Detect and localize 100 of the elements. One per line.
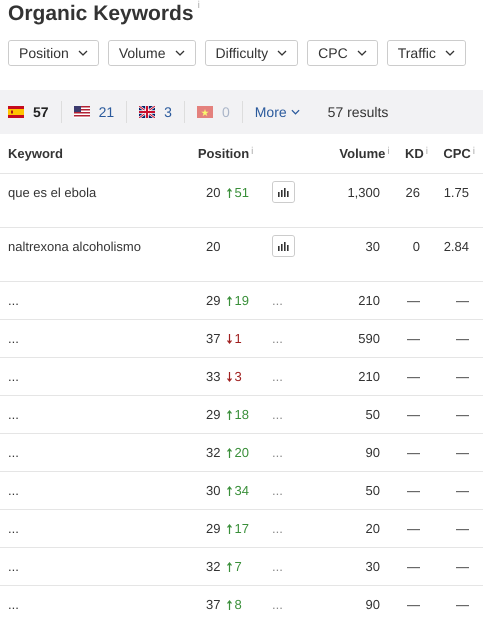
- chevron-down-icon: [174, 50, 185, 56]
- position-cell: 37: [206, 331, 220, 346]
- serp-cell: ...: [272, 445, 283, 460]
- results-count: 57 results: [328, 104, 388, 120]
- cpc-cell: —: [456, 369, 469, 384]
- kd-cell: —: [407, 597, 420, 612]
- more-dropdown[interactable]: More: [254, 104, 300, 120]
- kd-cell: —: [407, 559, 420, 574]
- bar-chart-icon: [278, 241, 289, 251]
- serp-cell: ...: [272, 331, 283, 346]
- country-tab[interactable]: 21: [74, 104, 114, 120]
- arrow-up-icon: [227, 448, 232, 458]
- arrow-up-icon: [227, 562, 232, 572]
- serp-cell: ...: [272, 483, 283, 498]
- column-header[interactable]: Keyword: [8, 146, 63, 161]
- volume-cell: 50: [366, 483, 380, 498]
- filter-dropdown[interactable]: Volume: [108, 40, 196, 66]
- flag-icon: [8, 106, 24, 118]
- cpc-cell: —: [456, 597, 469, 612]
- kd-cell: 0: [412, 239, 420, 254]
- cpc-cell: —: [456, 445, 469, 460]
- keyword-cell: ...: [8, 521, 19, 536]
- position-change: 8: [234, 597, 242, 612]
- kd-cell: —: [407, 331, 420, 346]
- bar-chart-icon: [278, 187, 289, 197]
- volume-cell: 210: [358, 293, 380, 308]
- keyword-cell: ...: [8, 597, 19, 612]
- position-change: 1: [234, 331, 242, 346]
- keyword-cell: ...: [8, 407, 19, 422]
- chart-button[interactable]: [272, 235, 295, 257]
- column-header[interactable]: Position: [198, 146, 250, 161]
- arrow-up-icon: [227, 486, 232, 496]
- position-cell: 32: [206, 445, 220, 460]
- position-cell: 20: [206, 239, 220, 254]
- filter-dropdown[interactable]: Difficulty: [204, 40, 298, 66]
- serp-cell: ...: [272, 521, 283, 536]
- arrow-down-icon: [227, 334, 232, 344]
- keyword-cell: ...: [8, 483, 19, 498]
- position-cell: 29: [206, 407, 220, 422]
- country-tab[interactable]: 3: [139, 104, 172, 120]
- keyword-cell: que es el ebola: [8, 185, 96, 200]
- country-tab[interactable]: 57: [8, 104, 49, 120]
- keyword-cell: ...: [8, 559, 19, 574]
- cpc-cell: —: [456, 407, 469, 422]
- arrow-up-icon: [227, 524, 232, 534]
- chart-button[interactable]: [272, 181, 295, 203]
- position-change: 17: [234, 521, 249, 536]
- flag-icon: [74, 106, 90, 118]
- kd-cell: —: [407, 521, 420, 536]
- arrow-up-icon: [227, 410, 232, 420]
- keyword-cell: ...: [8, 369, 19, 384]
- volume-cell: 50: [366, 407, 380, 422]
- position-change: 19: [234, 293, 249, 308]
- cpc-cell: —: [456, 559, 469, 574]
- flag-icon: [196, 106, 213, 118]
- serp-cell: ...: [272, 597, 283, 612]
- position-change: 18: [234, 407, 249, 422]
- cpc-cell: —: [456, 521, 469, 536]
- serp-cell: ...: [272, 293, 283, 308]
- position-cell: 32: [206, 559, 220, 574]
- kd-cell: —: [407, 293, 420, 308]
- chevron-down-icon: [78, 50, 88, 56]
- kd-cell: —: [407, 483, 420, 498]
- position-cell: 30: [206, 483, 220, 498]
- volume-cell: 30: [366, 239, 380, 254]
- cpc-cell: 2.84: [444, 239, 469, 254]
- filter-dropdown[interactable]: Position: [8, 40, 99, 66]
- volume-cell: 30: [366, 559, 380, 574]
- chevron-down-icon: [444, 50, 455, 56]
- position-cell: 29: [206, 293, 220, 308]
- cpc-cell: —: [456, 483, 469, 498]
- filter-dropdown[interactable]: Traffic: [386, 40, 466, 66]
- cpc-cell: —: [456, 331, 469, 346]
- keyword-cell: ...: [8, 445, 19, 460]
- cpc-cell: —: [456, 293, 469, 308]
- kd-cell: —: [407, 369, 420, 384]
- position-change: 20: [234, 445, 249, 460]
- arrow-up-icon: [227, 600, 232, 610]
- volume-cell: 590: [358, 331, 380, 346]
- volume-cell: 90: [366, 445, 380, 460]
- chevron-down-icon: [356, 50, 367, 56]
- keyword-cell: ...: [8, 293, 19, 308]
- kd-cell: —: [407, 407, 420, 422]
- position-cell: 29: [206, 521, 220, 536]
- arrow-up-icon: [227, 296, 232, 306]
- position-cell: 37: [206, 597, 220, 612]
- flag-icon: [139, 106, 156, 118]
- serp-cell: ...: [272, 407, 283, 422]
- column-header[interactable]: Volume: [339, 146, 386, 161]
- volume-cell: 90: [366, 597, 380, 612]
- position-change: 34: [234, 483, 249, 498]
- cpc-cell: 1.75: [444, 185, 469, 200]
- keyword-cell: ...: [8, 331, 19, 346]
- position-change: 7: [234, 559, 242, 574]
- column-header[interactable]: CPC: [443, 146, 471, 161]
- filter-dropdown[interactable]: CPC: [307, 40, 378, 66]
- column-header[interactable]: KD: [405, 146, 424, 161]
- position-change: 51: [234, 185, 249, 200]
- serp-cell: ...: [272, 559, 283, 574]
- arrow-down-icon: [227, 372, 232, 382]
